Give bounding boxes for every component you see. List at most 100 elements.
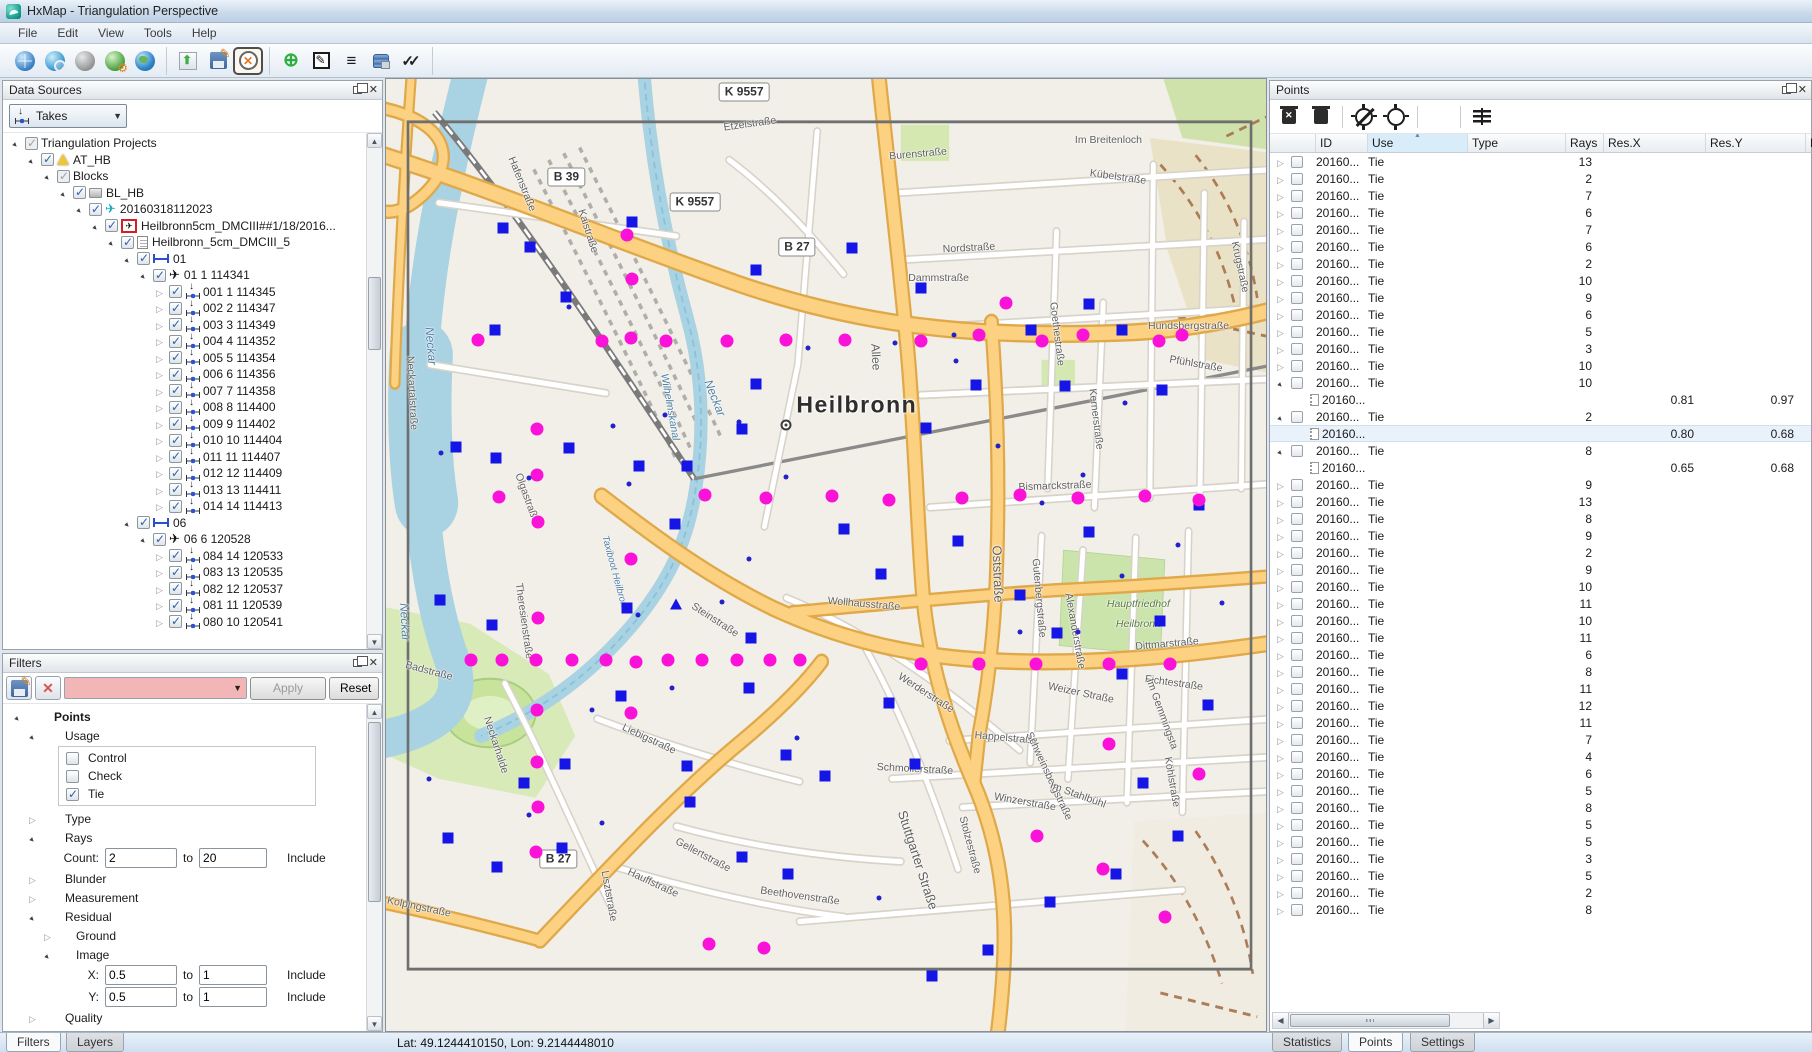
row-checkbox[interactable] [1291, 717, 1303, 729]
range-to-input[interactable] [199, 848, 267, 868]
expand-icon[interactable] [1274, 818, 1287, 832]
column-header-Type[interactable]: Type [1468, 134, 1566, 152]
filter-group-measurement[interactable]: Measurement [3, 888, 382, 907]
point-row[interactable]: 20160...Tie10 [1270, 357, 1811, 374]
rows-button[interactable] [1467, 103, 1497, 131]
check-all-button[interactable]: ✓✓ [396, 47, 426, 75]
expand-icon[interactable] [153, 334, 166, 348]
tie-point-marker[interactable] [600, 653, 613, 666]
tree-item[interactable]: 06 [3, 515, 382, 532]
tie-point-marker[interactable] [793, 653, 806, 666]
point-row[interactable]: 20160...Tie8 [1270, 663, 1811, 680]
point-row[interactable]: 20160...Tie12 [1270, 697, 1811, 714]
tree-checkbox[interactable] [169, 368, 182, 381]
image-center-marker[interactable] [622, 603, 633, 614]
tree-checkbox[interactable] [169, 615, 182, 628]
point-marker[interactable] [427, 776, 432, 781]
collapse-icon[interactable] [121, 252, 134, 266]
collapse-icon[interactable] [105, 235, 118, 249]
point-row[interactable]: 20160...Tie10 [1270, 272, 1811, 289]
collapse-icon[interactable] [11, 710, 24, 724]
collapse-icon[interactable] [137, 532, 150, 546]
expand-icon[interactable] [1274, 342, 1287, 356]
expand-icon[interactable] [1274, 291, 1287, 305]
tie-point-marker[interactable] [530, 653, 543, 666]
tie-point-marker[interactable] [471, 333, 484, 346]
tab-points[interactable]: Points [1348, 1033, 1403, 1052]
row-checkbox[interactable] [1291, 156, 1303, 168]
point-row[interactable]: 20160...Tie5 [1270, 833, 1811, 850]
point-row[interactable]: 20160...Tie11 [1270, 714, 1811, 731]
scrollbar-thumb[interactable] [368, 277, 381, 349]
image-center-marker[interactable] [560, 292, 571, 303]
image-center-marker[interactable] [1116, 325, 1127, 336]
collapse-icon[interactable] [26, 729, 39, 743]
point-row[interactable]: 20160...Tie8 [1270, 442, 1811, 459]
row-checkbox[interactable] [1291, 768, 1303, 780]
point-marker[interactable] [892, 340, 897, 345]
point-marker[interactable] [1075, 630, 1080, 635]
tie-point-marker[interactable] [1031, 829, 1044, 842]
point-marker[interactable] [589, 708, 594, 713]
scrollbar-thumb[interactable] [368, 722, 381, 902]
image-center-marker[interactable] [615, 690, 626, 701]
row-checkbox[interactable] [1291, 224, 1303, 236]
expand-icon[interactable] [1274, 189, 1287, 203]
db-save-button[interactable] [366, 47, 396, 75]
image-center-marker[interactable] [681, 761, 692, 772]
expand-icon[interactable] [153, 565, 166, 579]
reset-button[interactable]: Reset [329, 677, 379, 700]
filter-group-ground[interactable]: Ground [3, 926, 382, 945]
row-checkbox[interactable] [1291, 904, 1303, 916]
expand-icon[interactable] [153, 549, 166, 563]
image-center-marker[interactable] [926, 970, 937, 981]
point-row[interactable]: 20160...Tie2 [1270, 544, 1811, 561]
expand-icon[interactable] [1274, 699, 1287, 713]
point-row[interactable]: 20160...Tie9 [1270, 289, 1811, 306]
point-marker[interactable] [662, 413, 667, 418]
filter-group-blunder[interactable]: Blunder [3, 869, 382, 888]
tie-point-marker[interactable] [702, 938, 715, 951]
tree-checkbox[interactable] [169, 417, 182, 430]
filter-group-images[interactable]: Images [3, 1027, 382, 1031]
point-marker[interactable] [626, 481, 631, 486]
expand-icon[interactable] [1274, 631, 1287, 645]
image-center-marker[interactable] [1045, 897, 1056, 908]
expand-icon[interactable] [1274, 563, 1287, 577]
range-to-input[interactable] [199, 965, 267, 985]
expand-icon[interactable] [153, 582, 166, 596]
range-from-input[interactable] [105, 965, 177, 985]
tie-point-marker[interactable] [760, 491, 773, 504]
tree-checkbox[interactable] [169, 401, 182, 414]
scroll-down-icon[interactable]: ▼ [367, 1016, 382, 1031]
tie-point-marker[interactable] [955, 491, 968, 504]
expand-icon[interactable] [1274, 835, 1287, 849]
image-center-marker[interactable] [491, 862, 502, 873]
image-center-marker[interactable] [626, 216, 637, 227]
image-center-marker[interactable] [750, 265, 761, 276]
vertical-scrollbar[interactable]: ▲▼ [366, 704, 382, 1031]
point-marker[interactable] [1220, 600, 1225, 605]
row-checkbox[interactable] [1291, 343, 1303, 355]
point-row[interactable]: 20160...Tie4 [1270, 748, 1811, 765]
tie-point-marker[interactable] [763, 653, 776, 666]
image-center-marker[interactable] [491, 452, 502, 463]
filter-group-rays[interactable]: Rays [3, 828, 382, 847]
row-checkbox[interactable] [1291, 292, 1303, 304]
image-center-marker[interactable] [525, 241, 536, 252]
point-off-button[interactable] [1349, 103, 1379, 131]
collapse-icon[interactable] [26, 910, 39, 924]
point-marker[interactable] [952, 333, 957, 338]
close-panel-icon[interactable]: ✕ [1798, 85, 1807, 95]
image-center-marker[interactable] [1202, 700, 1213, 711]
point-row[interactable]: 20160...Tie7 [1270, 731, 1811, 748]
image-center-marker[interactable] [487, 620, 498, 631]
menu-file[interactable]: File [8, 24, 47, 42]
float-panel-icon[interactable] [1782, 86, 1791, 94]
image-center-marker[interactable] [1084, 298, 1095, 309]
tree-checkbox[interactable] [105, 219, 118, 232]
expand-icon[interactable] [1274, 580, 1287, 594]
tree-checkbox[interactable] [41, 153, 54, 166]
expand-icon[interactable] [1274, 869, 1287, 883]
tie-point-marker[interactable] [915, 658, 928, 671]
